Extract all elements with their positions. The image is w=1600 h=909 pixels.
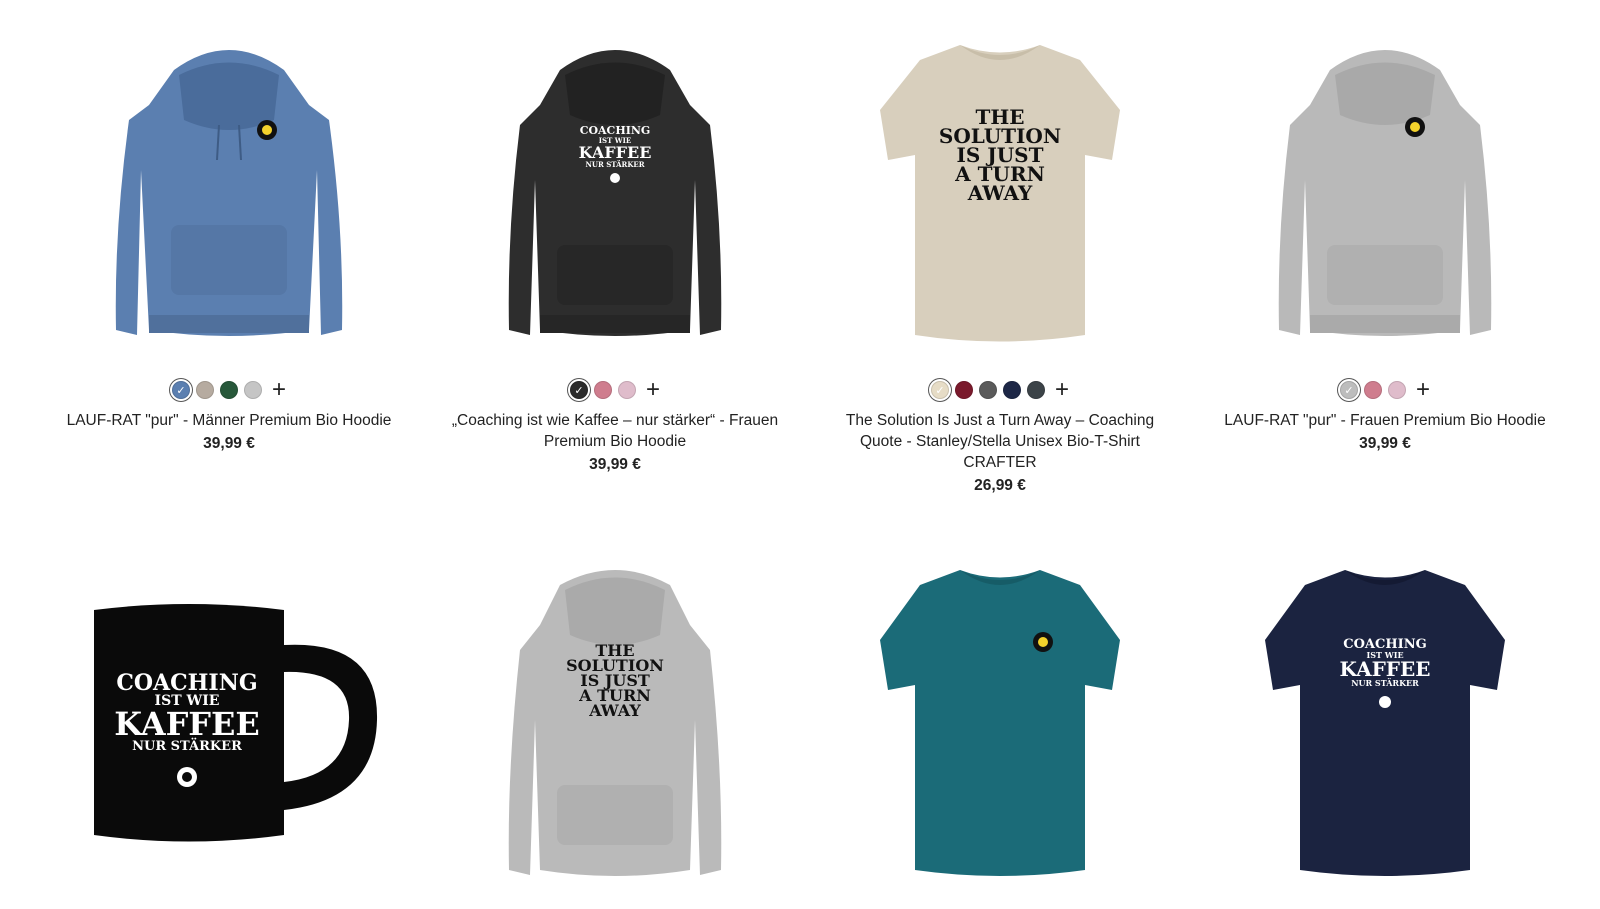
product-image[interactable]: COACHING IST WIE KAFFEE NUR STÄRKER (59, 570, 399, 900)
color-swatch[interactable] (978, 381, 997, 399)
print-line: NUR STÄRKER (132, 738, 242, 754)
hoodie-shape (115, 50, 343, 336)
color-swatch[interactable] (219, 381, 238, 399)
product-image[interactable]: COACHING IST WIE KAFFEE NUR STÄRKER (445, 30, 785, 360)
print-line: NUR STÄRKER (1351, 678, 1419, 688)
color-swatch[interactable] (1363, 381, 1382, 399)
color-swatch[interactable] (195, 381, 214, 399)
product-card[interactable] (830, 570, 1170, 900)
product-card[interactable]: COACHING IST WIE KAFFEE NUR STÄRKER (1215, 570, 1555, 900)
product-price: 26,99 € (974, 477, 1026, 494)
product-image[interactable] (1215, 30, 1555, 360)
product-image[interactable] (59, 30, 399, 360)
color-swatch[interactable] (1339, 381, 1358, 399)
product-card[interactable]: COACHING IST WIE KAFFEE NUR STÄRKER (59, 570, 399, 900)
more-colors-icon[interactable]: + (272, 378, 286, 402)
product-card[interactable]: THE SOLUTION IS JUST A TURN AWAY + The S… (830, 30, 1170, 495)
product-title[interactable]: The Solution Is Just a Turn Away – Coach… (830, 410, 1170, 473)
print-line: AWAY (588, 701, 641, 720)
color-swatch[interactable] (617, 381, 636, 399)
color-swatch[interactable] (171, 381, 190, 399)
print-line: AWAY (967, 181, 1033, 205)
color-swatch[interactable] (930, 381, 949, 399)
product-image[interactable]: COACHING IST WIE KAFFEE NUR STÄRKER (1215, 570, 1555, 900)
color-swatches: + (59, 378, 399, 402)
more-colors-icon[interactable]: + (646, 378, 660, 402)
color-swatch[interactable] (954, 381, 973, 399)
color-swatch[interactable] (1002, 381, 1021, 399)
color-swatch[interactable] (1387, 381, 1406, 399)
product-image[interactable] (830, 570, 1170, 900)
print-line: NUR STÄRKER (585, 160, 644, 169)
product-card[interactable]: + LAUF-RAT "pur" - Männer Premium Bio Ho… (59, 30, 399, 453)
product-price: 39,99 € (203, 435, 255, 452)
product-image[interactable]: THE SOLUTION IS JUST A TURN AWAY (445, 570, 785, 900)
product-title[interactable]: „Coaching ist wie Kaffee – nur stärker“ … (445, 410, 785, 452)
color-swatch[interactable] (569, 381, 588, 399)
color-swatches: + (1215, 378, 1555, 402)
product-title[interactable]: LAUF-RAT "pur" - Frauen Premium Bio Hood… (1215, 410, 1555, 431)
product-card[interactable]: COACHING IST WIE KAFFEE NUR STÄRKER + „C… (445, 30, 785, 474)
color-swatch[interactable] (1026, 381, 1045, 399)
product-card[interactable]: + LAUF-RAT "pur" - Frauen Premium Bio Ho… (1215, 30, 1555, 453)
product-title[interactable]: LAUF-RAT "pur" - Männer Premium Bio Hood… (59, 410, 399, 431)
color-swatch[interactable] (243, 381, 262, 399)
more-colors-icon[interactable]: + (1416, 378, 1430, 402)
product-price: 39,99 € (589, 456, 641, 473)
color-swatches: + (830, 378, 1170, 402)
print-line: KAFFEE (114, 705, 260, 743)
more-colors-icon[interactable]: + (1055, 378, 1069, 402)
product-grid: + LAUF-RAT "pur" - Männer Premium Bio Ho… (0, 0, 1600, 909)
product-price: 39,99 € (1359, 435, 1411, 452)
color-swatch[interactable] (593, 381, 612, 399)
product-card[interactable]: THE SOLUTION IS JUST A TURN AWAY (445, 570, 785, 900)
color-swatches: + (445, 378, 785, 402)
product-image[interactable]: THE SOLUTION IS JUST A TURN AWAY (830, 30, 1170, 360)
